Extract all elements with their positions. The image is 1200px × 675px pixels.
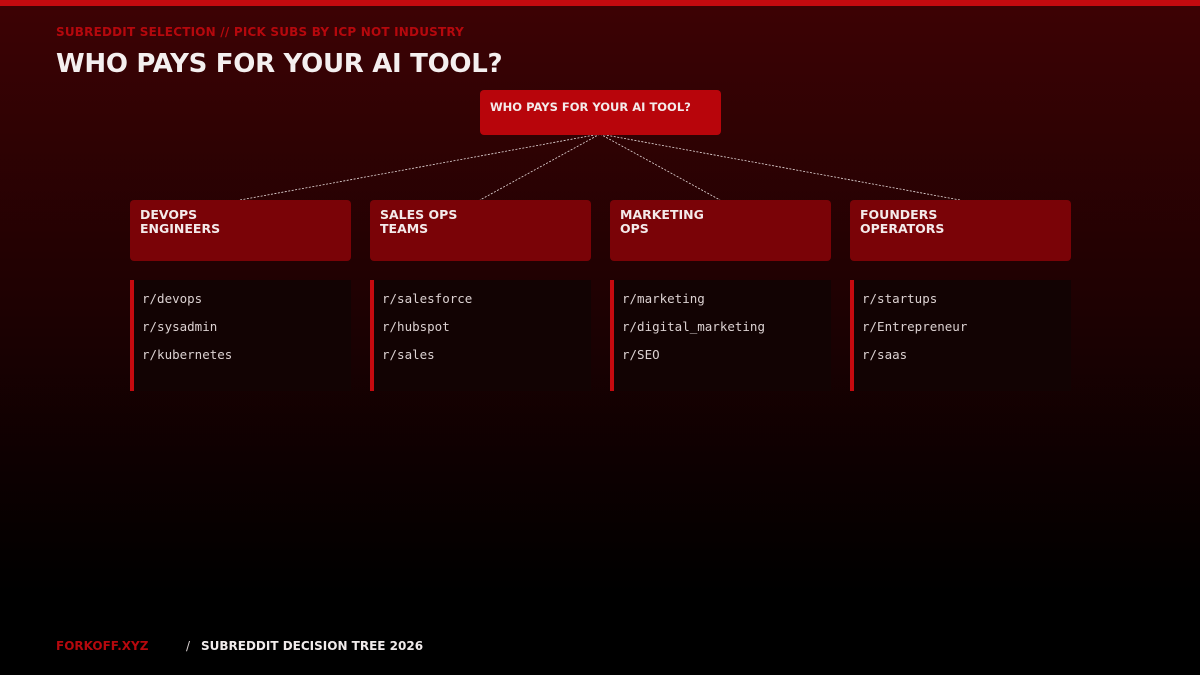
category-card-devops: DEVOPS ENGINEERS xyxy=(130,200,351,261)
list-accent-bar xyxy=(370,280,374,391)
footer-separator: / xyxy=(186,639,191,653)
footer-brand: FORKOFF.XYZ xyxy=(56,639,149,653)
category-label: MARKETING OPS xyxy=(620,207,704,236)
list-accent-bar xyxy=(130,280,134,391)
connector-line-3 xyxy=(599,133,721,201)
category-label: FOUNDERS OPERATORS xyxy=(860,207,945,236)
subreddit-item: r/hubspot xyxy=(382,319,450,334)
subreddit-item: r/Entrepreneur xyxy=(862,319,968,334)
list-accent-bar xyxy=(610,280,614,391)
subreddit-item: r/kubernetes xyxy=(142,347,233,362)
top-accent-bar xyxy=(0,0,1200,6)
category-card-marketing-ops: MARKETING OPS xyxy=(610,200,831,261)
subreddit-item: r/SEO xyxy=(622,347,660,362)
category-card-founders: FOUNDERS OPERATORS xyxy=(850,200,1071,261)
category-label: SALES OPS TEAMS xyxy=(380,207,458,236)
category-label: DEVOPS ENGINEERS xyxy=(140,207,221,236)
footer-caption: SUBREDDIT DECISION TREE 2026 xyxy=(201,639,424,653)
eyebrow-label: SUBREDDIT SELECTION // PICK SUBS BY ICP … xyxy=(56,25,465,39)
subreddit-item: r/sysadmin xyxy=(142,319,218,334)
subreddit-item: r/startups xyxy=(862,291,938,306)
subreddit-list-marketing-ops: r/marketing r/digital_marketing r/SEO xyxy=(610,280,831,391)
subreddit-item: r/devops xyxy=(142,291,203,306)
category-card-sales-ops: SALES OPS TEAMS xyxy=(370,200,591,261)
root-node-label: WHO PAYS FOR YOUR AI TOOL? xyxy=(490,100,691,114)
list-accent-bar xyxy=(850,280,854,391)
subreddit-list-devops: r/devops r/sysadmin r/kubernetes xyxy=(130,280,351,391)
root-node: WHO PAYS FOR YOUR AI TOOL? xyxy=(480,90,721,135)
connector-line-4 xyxy=(599,133,961,201)
subreddit-item: r/salesforce xyxy=(382,291,473,306)
subreddit-item: r/marketing xyxy=(622,291,705,306)
subreddit-item: r/saas xyxy=(862,347,908,362)
subreddit-list-sales-ops: r/salesforce r/hubspot r/sales xyxy=(370,280,591,391)
connector-line-2 xyxy=(479,133,601,201)
page-title: WHO PAYS FOR YOUR AI TOOL? xyxy=(56,49,503,79)
subreddit-item: r/sales xyxy=(382,347,435,362)
connector-line-1 xyxy=(239,133,601,201)
subreddit-list-founders: r/startups r/Entrepreneur r/saas xyxy=(850,280,1071,391)
subreddit-item: r/digital_marketing xyxy=(622,319,765,334)
